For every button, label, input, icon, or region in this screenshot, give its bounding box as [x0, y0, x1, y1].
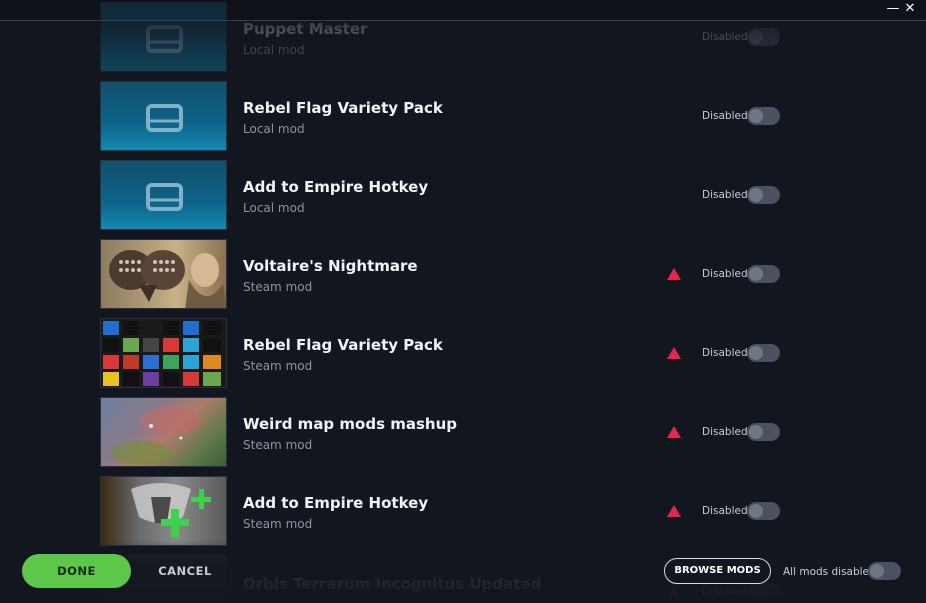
mod-name: Rebel Flag Variety Pack	[243, 336, 443, 354]
mod-state-label: Disabled	[702, 426, 748, 438]
mod-list: Puppet Master Local mod Disabled Rebel F…	[0, 0, 926, 603]
mod-name: Orbis Terrarum Incognitus Updated	[243, 575, 542, 593]
mod-row: Rebel Flag Variety Pack Steam mod Disabl…	[100, 318, 800, 390]
warning-triangle-icon	[667, 426, 681, 438]
drive-icon	[146, 25, 183, 53]
toggle-knob	[749, 267, 763, 281]
mod-name: Rebel Flag Variety Pack	[243, 99, 443, 117]
mod-thumbnail	[100, 397, 227, 467]
mod-thumbnail	[100, 318, 227, 388]
mod-thumbnail	[100, 160, 227, 230]
mod-toggle[interactable]	[747, 265, 780, 283]
done-button[interactable]: DONE	[22, 554, 131, 588]
mod-thumbnail	[100, 81, 227, 151]
drive-icon	[146, 104, 183, 132]
mod-source: Local mod	[243, 43, 305, 57]
browse-mods-button[interactable]: BROWSE MODS	[664, 558, 771, 584]
cancel-button[interactable]: CANCEL	[145, 554, 225, 588]
mod-state-label: Disabled	[702, 505, 748, 517]
toggle-knob	[749, 504, 763, 518]
mod-row: Puppet Master Local mod Disabled	[100, 2, 800, 74]
galaxy-map-image	[111, 406, 201, 465]
warning-triangle-icon	[667, 505, 681, 517]
mod-thumbnail	[100, 476, 227, 546]
all-mods-label: All mods disabled	[783, 566, 876, 578]
mod-name: Add to Empire Hotkey	[243, 494, 429, 512]
mod-state-label: Disabled	[702, 189, 748, 201]
mod-thumbnail	[100, 239, 227, 309]
mod-name: Add to Empire Hotkey	[243, 178, 429, 196]
mod-row: Weird map mods mashup Steam mod Disabled	[100, 397, 800, 469]
voltaire-portrait-image	[109, 250, 226, 308]
mod-toggle[interactable]	[747, 186, 780, 204]
mod-source: Local mod	[243, 122, 305, 136]
mod-toggle[interactable]	[747, 28, 780, 46]
toggle-knob	[749, 585, 763, 599]
toggle-knob	[870, 564, 884, 578]
mod-thumbnail	[100, 2, 227, 72]
mod-toggle[interactable]	[747, 107, 780, 125]
toggle-knob	[749, 109, 763, 123]
mod-row: Add to Empire Hotkey Steam mod Disabled	[100, 476, 800, 548]
toggle-knob	[749, 30, 763, 44]
drive-icon	[146, 183, 183, 211]
warning-triangle-icon	[667, 268, 681, 280]
mod-row: Rebel Flag Variety Pack Local mod Disabl…	[100, 81, 800, 153]
mod-name: Voltaire's Nightmare	[243, 257, 418, 275]
mod-source: Steam mod	[243, 359, 313, 373]
toggle-knob	[749, 188, 763, 202]
mod-toggle[interactable]	[747, 423, 780, 441]
warning-triangle-icon	[667, 347, 681, 359]
mod-row: Voltaire's Nightmare Steam mod Disabled	[100, 239, 800, 311]
all-mods-toggle[interactable]	[868, 562, 901, 580]
mod-row: Add to Empire Hotkey Local mod Disabled	[100, 160, 800, 232]
mod-toggle[interactable]	[747, 502, 780, 520]
mod-toggle[interactable]	[747, 583, 780, 601]
mod-state-label: Disabled	[702, 31, 748, 43]
mod-state-label: Disabled	[702, 110, 748, 122]
mod-source: Local mod	[243, 201, 305, 215]
toggle-knob	[749, 346, 763, 360]
mod-source: Steam mod	[243, 517, 313, 531]
mod-state-label: Disabled	[702, 268, 748, 280]
mod-toggle[interactable]	[747, 344, 780, 362]
mod-source: Steam mod	[243, 280, 313, 294]
toggle-knob	[749, 425, 763, 439]
warning-triangle-icon	[667, 586, 681, 598]
flag-grid-image	[103, 321, 221, 386]
mod-name: Puppet Master	[243, 20, 368, 38]
eagle-plus-image	[131, 483, 211, 537]
mod-state-label: Disabled	[702, 586, 748, 598]
mod-name: Weird map mods mashup	[243, 415, 457, 433]
mod-source: Steam mod	[243, 438, 313, 452]
mod-state-label: Disabled	[702, 347, 748, 359]
